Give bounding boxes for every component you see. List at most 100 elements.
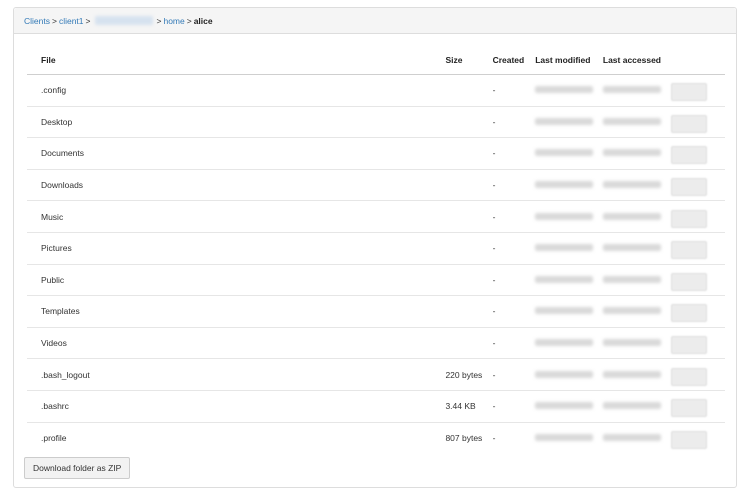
- file-last-accessed: [602, 295, 671, 328]
- redacted-date: [602, 275, 661, 283]
- breadcrumb-home[interactable]: home: [163, 16, 184, 26]
- file-browser-panel: Clients > client1 > > home > alice File …: [13, 7, 737, 488]
- redacted-date: [602, 307, 661, 315]
- file-name[interactable]: Documents: [27, 137, 446, 170]
- file-last-accessed: [602, 200, 671, 233]
- file-last-accessed: [602, 105, 671, 138]
- file-created: -: [492, 105, 536, 138]
- file-name[interactable]: Pictures: [27, 231, 446, 265]
- table-row[interactable]: .config -: [27, 75, 725, 107]
- breadcrumb-client1[interactable]: client1: [59, 16, 84, 26]
- table-row[interactable]: Templates -: [27, 295, 725, 328]
- file-last-accessed: [602, 389, 671, 423]
- row-action-button[interactable]: [670, 430, 707, 449]
- column-header-last-accessed[interactable]: Last accessed: [602, 45, 671, 75]
- file-table: File Size Created Last modified Last acc…: [27, 45, 725, 454]
- file-name[interactable]: .profile: [27, 421, 446, 454]
- redacted-date: [535, 433, 594, 441]
- breadcrumb-separator: >: [85, 15, 91, 26]
- file-last-accessed: [602, 137, 671, 170]
- row-action-button[interactable]: [670, 83, 707, 102]
- file-name[interactable]: .bashrc: [27, 389, 446, 423]
- redacted-date: [535, 370, 594, 378]
- table-row[interactable]: Documents -: [27, 137, 725, 170]
- file-last-modified: [535, 389, 603, 423]
- redacted-date: [602, 86, 661, 94]
- file-last-accessed: [602, 231, 671, 265]
- file-last-modified: [535, 295, 603, 328]
- table-header-row: File Size Created Last modified Last acc…: [27, 45, 725, 75]
- file-created: -: [492, 168, 536, 201]
- table-row[interactable]: Downloads -: [27, 168, 725, 201]
- redacted-date: [602, 339, 661, 347]
- table-row[interactable]: .profile 807 bytes -: [27, 421, 725, 454]
- file-last-accessed: [602, 263, 671, 296]
- file-last-modified: [535, 326, 603, 359]
- redacted-date: [535, 339, 594, 347]
- breadcrumb-separator: >: [156, 15, 162, 26]
- file-created: -: [492, 389, 536, 423]
- row-action-button[interactable]: [670, 304, 707, 323]
- file-actions: [670, 75, 725, 107]
- table-row[interactable]: Desktop -: [27, 105, 725, 138]
- breadcrumb-clients[interactable]: Clients: [24, 16, 50, 26]
- file-name[interactable]: Music: [27, 200, 446, 233]
- table-row[interactable]: .bash_logout 220 bytes -: [27, 358, 725, 391]
- row-action-button[interactable]: [670, 399, 707, 418]
- table-row[interactable]: Pictures -: [27, 231, 725, 265]
- redacted-date: [535, 86, 594, 94]
- breadcrumb-current-folder: alice: [193, 15, 213, 26]
- file-actions: [670, 105, 725, 138]
- redacted-date: [602, 244, 661, 252]
- redacted-date: [602, 212, 661, 220]
- redacted-date: [602, 402, 661, 410]
- row-action-button[interactable]: [670, 178, 707, 197]
- redacted-date: [602, 433, 661, 441]
- file-name[interactable]: .bash_logout: [27, 358, 446, 391]
- row-action-button[interactable]: [670, 241, 707, 260]
- table-row[interactable]: .bashrc 3.44 KB -: [27, 389, 725, 423]
- table-row[interactable]: Music -: [27, 200, 725, 233]
- file-size: 220 bytes: [445, 358, 493, 391]
- breadcrumb-redacted-host[interactable]: [94, 16, 153, 25]
- row-action-button[interactable]: [670, 272, 707, 291]
- file-name[interactable]: Templates: [27, 295, 446, 328]
- redacted-date: [535, 402, 594, 410]
- row-action-button[interactable]: [670, 114, 707, 133]
- redacted-date: [535, 149, 594, 157]
- file-size: [445, 263, 493, 296]
- file-name[interactable]: Public: [27, 263, 446, 296]
- file-size: [445, 295, 493, 328]
- file-name[interactable]: .config: [27, 75, 445, 107]
- redacted-date: [602, 149, 661, 157]
- file-size: 3.44 KB: [445, 389, 493, 423]
- file-actions: [670, 168, 725, 201]
- table-row[interactable]: Public -: [27, 263, 725, 296]
- row-action-button[interactable]: [670, 336, 707, 355]
- file-created: -: [492, 295, 536, 328]
- row-action-button[interactable]: [670, 146, 707, 165]
- file-created: -: [492, 200, 536, 233]
- file-last-modified: [535, 358, 603, 391]
- column-header-size[interactable]: Size: [445, 45, 493, 75]
- table-row[interactable]: Videos -: [27, 326, 725, 359]
- column-header-created[interactable]: Created: [492, 45, 536, 75]
- file-size: [445, 326, 493, 359]
- row-action-button[interactable]: [670, 209, 707, 228]
- column-header-file[interactable]: File: [27, 45, 446, 75]
- file-size: [445, 168, 493, 201]
- row-action-button[interactable]: [670, 367, 707, 386]
- file-name[interactable]: Downloads: [27, 168, 446, 201]
- redacted-date: [602, 181, 661, 189]
- column-header-last-modified[interactable]: Last modified: [535, 45, 603, 75]
- redacted-date: [602, 117, 661, 125]
- breadcrumb-separator: >: [186, 15, 192, 26]
- file-created: -: [492, 137, 536, 170]
- download-zip-button[interactable]: Download folder as ZIP: [24, 457, 131, 479]
- file-last-modified: [535, 263, 603, 296]
- redacted-date: [535, 117, 594, 125]
- file-actions: [670, 263, 725, 296]
- file-name[interactable]: Videos: [27, 326, 446, 359]
- file-name[interactable]: Desktop: [27, 105, 446, 138]
- breadcrumb-separator: >: [51, 15, 57, 26]
